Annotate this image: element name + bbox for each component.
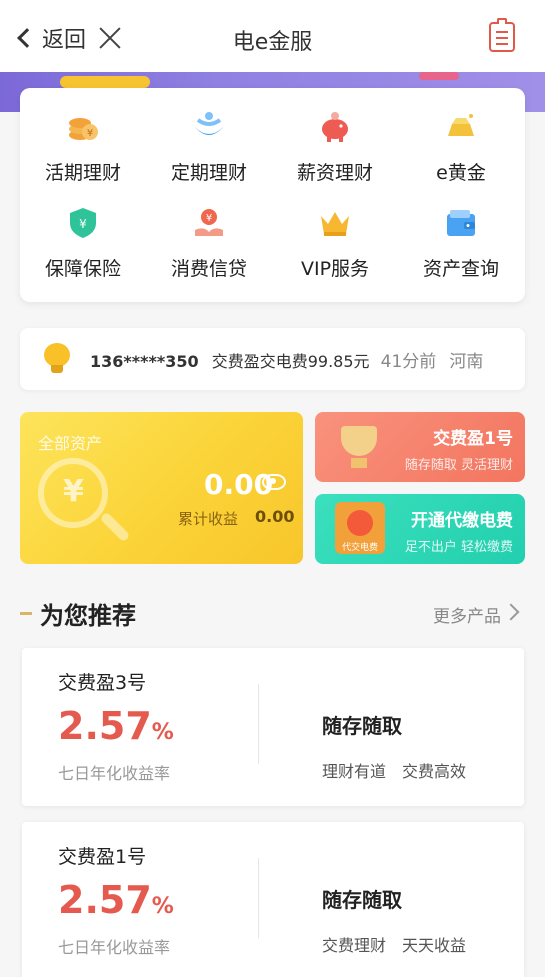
service-grid: ¥ 活期理财 定期理财 薪资理财 e黄金 ¥ 保障保险 ¥ 消费信贷 VIP服务… [20, 88, 525, 302]
menu-item-current-finance[interactable]: ¥ 活期理财 [20, 110, 146, 185]
notice-place: 河南 [449, 352, 484, 372]
clipboard-icon[interactable] [489, 18, 515, 52]
product-name: 交费盈3号 [58, 672, 147, 694]
menu-item-consumer-credit[interactable]: ¥ 消费信贷 [146, 206, 272, 281]
menu-label: 保障保险 [44, 258, 121, 280]
product-rate-label: 七日年化收益率 [58, 764, 171, 783]
mini-card-subtitle: 随存随取 灵活理财 [404, 458, 513, 473]
menu-item-asset-query[interactable]: 资产查询 [398, 206, 524, 281]
menu-item-salary-finance[interactable]: 薪资理财 [272, 110, 398, 185]
earnings-value: 0.00 [255, 507, 295, 526]
mini-card-title: 开通代缴电费 [411, 511, 513, 531]
menu-item-insurance[interactable]: ¥ 保障保险 [20, 206, 146, 281]
svg-text:¥: ¥ [206, 213, 212, 224]
piggy-bank-icon [318, 110, 352, 144]
shield-icon: ¥ [66, 206, 100, 240]
menu-label: 薪资理财 [296, 162, 373, 184]
divider [258, 684, 259, 764]
transaction-notice[interactable]: 136*****350 交费盈交电费99.85元 41分前 河南 [20, 328, 525, 390]
menu-label: e黄金 [436, 162, 486, 184]
product-tags: 理财有道 交费高效 [322, 762, 467, 781]
product-feature: 随存随取 [322, 888, 402, 912]
gold-bar-icon [444, 110, 478, 144]
top-nav-bar: 返回 电e金服 [0, 0, 545, 72]
mini-card-title: 交费盈1号 [433, 429, 513, 449]
menu-item-e-gold[interactable]: e黄金 [398, 110, 524, 185]
menu-label: 消费信贷 [170, 258, 247, 280]
lightbulb-icon [44, 343, 70, 375]
wallet-icon [444, 206, 478, 240]
menu-label: 定期理财 [170, 162, 247, 184]
more-products-link[interactable]: 更多产品 [433, 602, 501, 627]
product-card-jiaofeiying-1[interactable]: 交费盈1号 随存随取 灵活理财 [315, 412, 525, 482]
earnings-label: 累计收益 [178, 510, 239, 528]
menu-label: 资产查询 [422, 258, 499, 280]
svg-text:¥: ¥ [79, 217, 87, 231]
coin-stack-icon: ¥ [66, 110, 100, 144]
menu-label: VIP服务 [300, 258, 370, 280]
bill-payment-icon: 代交电费 [335, 502, 385, 554]
notice-time: 41分前 [380, 352, 437, 372]
product-rate: 2.57% [58, 704, 174, 748]
product-rate-label: 七日年化收益率 [58, 938, 171, 957]
product-card[interactable]: 交费盈3号 2.57% 七日年化收益率 随存随取 理财有道 交费高效 [22, 648, 524, 806]
notice-text: 136*****350 交费盈交电费99.85元 41分前 河南 [90, 347, 483, 372]
wave-bowl-icon [192, 110, 226, 144]
mini-card-subtitle: 足不出户 轻松缴费 [404, 540, 513, 555]
crown-icon [318, 206, 352, 240]
product-card[interactable]: 交费盈1号 2.57% 七日年化收益率 随存随取 交费理财 天天收益 [22, 822, 524, 977]
section-accent-bar [20, 612, 32, 615]
section-title: 为您推荐 [40, 602, 136, 630]
notice-phone: 136*****350 [90, 352, 199, 371]
currency-symbol: ¥ [63, 474, 84, 509]
chevron-right-icon[interactable] [502, 603, 520, 621]
menu-item-vip-service[interactable]: VIP服务 [272, 206, 398, 281]
menu-item-fixed-finance[interactable]: 定期理财 [146, 110, 272, 185]
bill-badge: 代交电费 [341, 543, 378, 553]
notice-message: 交费盈交电费99.85元 [211, 352, 370, 371]
svg-text:¥: ¥ [87, 128, 93, 139]
electricity-payment-card[interactable]: 代交电费 开通代缴电费 足不出户 轻松缴费 [315, 494, 525, 564]
menu-label: 活期理财 [44, 162, 121, 184]
product-feature: 随存随取 [322, 714, 402, 738]
product-rate: 2.57% [58, 878, 174, 922]
product-name: 交费盈1号 [58, 846, 147, 868]
product-tags: 交费理财 天天收益 [322, 936, 467, 955]
trophy-icon [341, 426, 377, 456]
page-title: 电e金服 [232, 30, 313, 55]
assets-title: 全部资产 [38, 434, 103, 453]
total-assets-card[interactable]: 全部资产 ¥ 0.00 累计收益 0.00 [20, 412, 303, 564]
hand-coin-icon: ¥ [192, 206, 226, 240]
divider [258, 858, 259, 938]
eye-icon[interactable] [262, 474, 286, 490]
